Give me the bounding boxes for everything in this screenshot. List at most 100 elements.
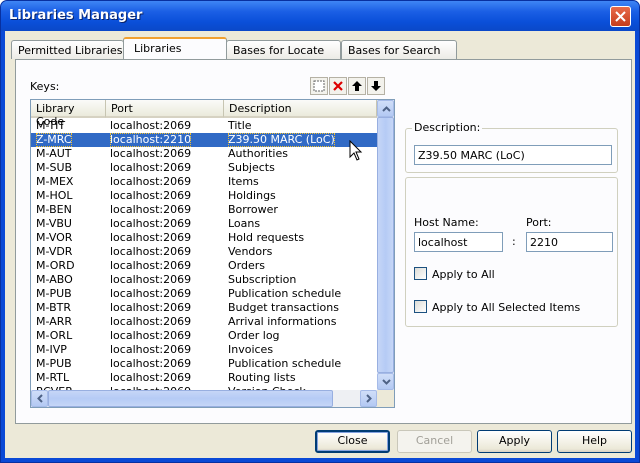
vertical-scrollbar[interactable]: [377, 100, 394, 390]
window-title: Libraries Manager: [9, 8, 143, 23]
scroll-right-button[interactable]: [360, 390, 377, 407]
dialog-client-area: Keys: Library Code Port Description M-TI…: [5, 31, 635, 458]
apply-to-all-label: Apply to All: [432, 268, 495, 281]
table-row[interactable]: M-MEX localhost:2069 Items: [31, 175, 377, 189]
table-row[interactable]: M-BEN localhost:2069 Borrower: [31, 203, 377, 217]
library-code-cell: M-BTR: [36, 301, 71, 314]
close-icon: [615, 11, 626, 22]
tab-bases-for-search[interactable]: Bases for Search: [341, 40, 457, 59]
column-header-port[interactable]: Port: [106, 100, 224, 118]
description-cell: Orders: [228, 259, 265, 272]
description-cell: Publication schedule: [228, 357, 342, 370]
tab-permitted-libraries[interactable]: Permitted Libraries: [11, 40, 124, 59]
library-code-cell: M-ABO: [36, 273, 73, 286]
description-field[interactable]: Z39.50 MARC (LoC): [414, 145, 612, 165]
library-code-cell: M-ARR: [36, 315, 73, 328]
help-button[interactable]: Help: [557, 430, 632, 453]
mouse-pointer-icon: [349, 140, 363, 161]
tab-libraries[interactable]: Libraries: [123, 37, 227, 59]
library-code-cell: Z-MRC: [36, 133, 72, 147]
host-name-field[interactable]: localhost: [414, 232, 503, 252]
library-code-cell: M-MEX: [36, 175, 74, 188]
description-cell: Holdings: [228, 189, 276, 202]
port-cell: localhost:2069: [110, 203, 192, 216]
vertical-scroll-thumb[interactable]: [377, 117, 394, 373]
horizontal-scrollbar[interactable]: [31, 390, 377, 407]
horizontal-scroll-thumb[interactable]: [48, 390, 333, 407]
cancel-button[interactable]: Cancel: [397, 430, 472, 453]
port-cell: localhost:2210: [110, 133, 192, 147]
table-row[interactable]: M-HOL localhost:2069 Holdings: [31, 189, 377, 203]
move-up-button[interactable]: [348, 77, 366, 95]
library-code-cell: M-PUB: [36, 357, 72, 370]
description-cell: Budget transactions: [228, 301, 339, 314]
chevron-down-icon: [382, 379, 391, 385]
table-row[interactable]: Z-MRC localhost:2210 Z39.50 MARC (LoC): [31, 133, 377, 147]
library-code-cell: M-HOL: [36, 189, 73, 202]
table-row[interactable]: M-ORL localhost:2069 Order log: [31, 329, 377, 343]
window-close-button[interactable]: [610, 6, 631, 27]
description-cell: Routing lists: [228, 371, 296, 384]
move-down-button[interactable]: [367, 77, 385, 95]
port-cell: localhost:2069: [110, 371, 192, 384]
library-code-cell: M-RTL: [36, 371, 70, 384]
chevron-up-icon: [382, 106, 391, 112]
library-code-cell: M-VDR: [36, 245, 73, 258]
port-cell: localhost:2069: [110, 273, 192, 286]
port-cell: localhost:2069: [110, 161, 192, 174]
table-row[interactable]: M-ORD localhost:2069 Orders: [31, 259, 377, 273]
description-group: Description: Z39.50 MARC (LoC): [405, 121, 618, 173]
library-code-cell: M-TIT: [36, 119, 66, 132]
table-row[interactable]: M-VDR localhost:2069 Vendors: [31, 245, 377, 259]
libraries-manager-window: Libraries Manager Keys: Library Code Por…: [0, 0, 640, 463]
table-row[interactable]: M-TIT localhost:2069 Title: [31, 119, 377, 133]
port-cell: localhost:2069: [110, 189, 192, 202]
port-cell: localhost:2069: [110, 231, 192, 244]
port-cell: localhost:2069: [110, 315, 192, 328]
description-cell: Title: [228, 119, 252, 132]
port-field[interactable]: 2210: [526, 232, 613, 252]
table-row[interactable]: M-IVP localhost:2069 Invoices: [31, 343, 377, 357]
delete-icon: [333, 81, 343, 91]
description-cell: Hold requests: [228, 231, 305, 244]
description-cell: Items: [228, 175, 259, 188]
apply-to-selected-checkbox[interactable]: [414, 300, 427, 313]
description-cell: Borrower: [228, 203, 278, 216]
description-cell: Authorities: [228, 147, 288, 160]
table-row[interactable]: M-ABO localhost:2069 Subscription: [31, 273, 377, 287]
keys-list[interactable]: Library Code Port Description M-TIT local…: [30, 99, 395, 408]
table-row[interactable]: M-VOR localhost:2069 Hold requests: [31, 231, 377, 245]
table-row[interactable]: M-PUB localhost:2069 Publication schedule: [31, 287, 377, 301]
table-row[interactable]: M-SUB localhost:2069 Subjects: [31, 161, 377, 175]
port-cell: localhost:2069: [110, 119, 192, 132]
host-name-label: Host Name:: [414, 216, 479, 229]
apply-to-all-checkbox[interactable]: [414, 267, 427, 280]
scroll-down-button[interactable]: [377, 373, 394, 390]
apply-button[interactable]: Apply: [477, 430, 552, 453]
library-code-cell: M-VOR: [36, 231, 73, 244]
table-row[interactable]: M-ARR localhost:2069 Arrival informations: [31, 315, 377, 329]
description-cell: Invoices: [228, 343, 274, 356]
table-row[interactable]: M-AUT localhost:2069 Authorities: [31, 147, 377, 161]
title-bar[interactable]: Libraries Manager: [1, 1, 639, 31]
port-cell: localhost:2069: [110, 357, 192, 370]
scroll-left-button[interactable]: [31, 390, 48, 407]
host-port-separator: :: [512, 235, 516, 248]
scroll-up-button[interactable]: [377, 100, 394, 117]
library-code-cell: M-VBU: [36, 217, 72, 230]
table-row[interactable]: M-BTR localhost:2069 Budget transactions: [31, 301, 377, 315]
close-button[interactable]: Close: [315, 430, 390, 453]
library-code-cell: M-AUT: [36, 147, 72, 160]
chevron-left-icon: [37, 394, 43, 403]
new-key-button[interactable]: [310, 77, 328, 95]
table-row[interactable]: M-PUB localhost:2069 Publication schedule: [31, 357, 377, 371]
description-cell: Subjects: [228, 161, 275, 174]
description-cell: Order log: [228, 329, 280, 342]
column-header-library-code[interactable]: Library Code: [31, 100, 106, 128]
port-cell: localhost:2069: [110, 217, 192, 230]
column-header-description[interactable]: Description: [224, 100, 377, 118]
delete-key-button[interactable]: [329, 77, 347, 95]
table-row[interactable]: M-VBU localhost:2069 Loans: [31, 217, 377, 231]
table-row[interactable]: M-RTL localhost:2069 Routing lists: [31, 371, 377, 385]
tab-bases-for-locate[interactable]: Bases for Locate: [226, 40, 341, 59]
